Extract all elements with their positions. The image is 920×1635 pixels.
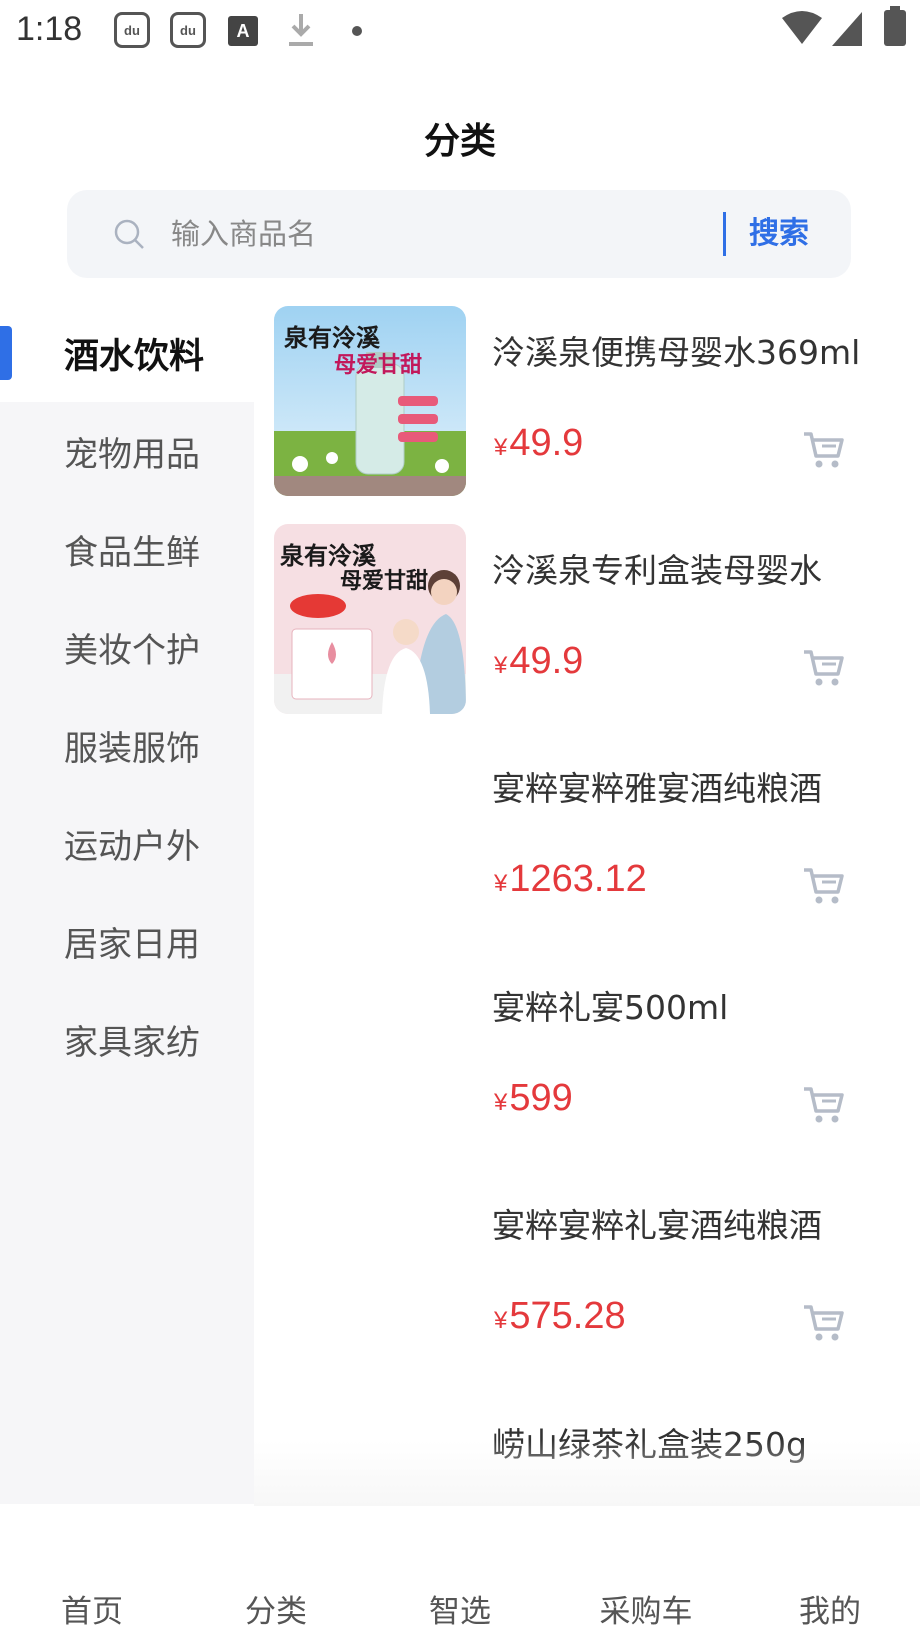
product-price: ¥599: [494, 1077, 573, 1120]
bottom-nav: 首页 分类 智选 采购车 我的: [0, 1506, 920, 1635]
sidebar-item-label: 服装服饰: [64, 728, 200, 769]
product-name: 宴粹宴粹雅宴酒纯粮酒: [492, 769, 822, 808]
product-name: 宴粹宴粹礼宴酒纯粮酒: [492, 1206, 822, 1245]
product-card[interactable]: 宴粹宴粹礼宴酒纯粮酒 ¥575.28: [274, 1177, 874, 1377]
nav-home[interactable]: 首页: [12, 1586, 172, 1631]
wifi-icon: [782, 11, 822, 44]
search-icon: [114, 219, 144, 249]
product-price: ¥49.9: [494, 640, 583, 683]
image-headline: 泉有泠溪: [284, 323, 381, 352]
search-button[interactable]: 搜索: [749, 210, 809, 258]
price-value: 49.9: [509, 422, 584, 464]
cart-icon[interactable]: [802, 1085, 846, 1125]
category-sidebar: 酒水饮料 宠物用品 食品生鲜 美妆个护 服装服饰 运动户外 居家日用 家具家纺: [0, 304, 254, 1504]
price-value: 49.9: [509, 640, 584, 682]
sidebar-item-furniture[interactable]: 家具家纺: [0, 990, 254, 1088]
active-indicator: [0, 326, 12, 380]
search-divider: [723, 212, 726, 256]
signal-icon: [832, 12, 862, 46]
product-price: ¥575.28: [494, 1295, 626, 1338]
sidebar-item-sports[interactable]: 运动户外: [0, 794, 254, 892]
cart-icon[interactable]: [802, 430, 846, 470]
cart-icon[interactable]: [802, 866, 846, 906]
price-value: 575.28: [509, 1295, 626, 1337]
search-input[interactable]: [171, 210, 771, 258]
sidebar-item-apparel[interactable]: 服装服饰: [0, 696, 254, 794]
download-icon: [289, 14, 313, 46]
sidebar-item-label: 家具家纺: [64, 1022, 200, 1063]
cart-icon[interactable]: [802, 1303, 846, 1343]
dot-icon: [352, 26, 362, 36]
sidebar-item-household[interactable]: 居家日用: [0, 892, 254, 990]
currency-symbol: ¥: [494, 1089, 508, 1116]
currency-symbol: ¥: [494, 652, 508, 679]
image-headline: 泉有泠溪: [280, 541, 377, 570]
product-image: 泉有泠溪 母爱甘甜: [274, 306, 466, 496]
price-value: 599: [509, 1077, 573, 1119]
product-card[interactable]: 泉有泠溪 母爱甘甜 泠溪泉便携母婴水369ml ¥49.9: [274, 304, 874, 504]
search-bar: 搜索: [67, 190, 851, 278]
nav-profile[interactable]: 我的: [750, 1586, 910, 1631]
currency-symbol: ¥: [494, 870, 508, 897]
list-fade: [254, 1440, 920, 1506]
sidebar-item-label: 酒水饮料: [64, 336, 205, 377]
cart-icon[interactable]: [802, 648, 846, 688]
sidebar-item-label: 美妆个护: [64, 630, 200, 671]
sidebar-item-label: 运动户外: [64, 826, 200, 867]
product-price: ¥1263.12: [494, 858, 647, 901]
sidebar-item-label: 居家日用: [64, 924, 200, 965]
sidebar-item-food[interactable]: 食品生鲜: [0, 500, 254, 598]
paw-icon: du: [114, 12, 150, 48]
status-time: 1:18: [16, 10, 83, 48]
sidebar-item-drinks[interactable]: 酒水饮料: [0, 304, 254, 402]
battery-icon: [884, 6, 906, 46]
product-card[interactable]: 宴粹宴粹雅宴酒纯粮酒 ¥1263.12: [274, 740, 874, 940]
image-headline: 母爱甘甜: [340, 568, 428, 594]
sidebar-item-label: 宠物用品: [64, 434, 200, 475]
nav-category[interactable]: 分类: [196, 1586, 356, 1631]
product-name: 泠溪泉便携母婴水369ml: [492, 333, 861, 372]
sidebar-item-pets[interactable]: 宠物用品: [0, 402, 254, 500]
product-image: 泉有泠溪 母爱甘甜: [274, 524, 466, 714]
product-name: 宴粹礼宴500ml: [492, 988, 729, 1027]
paw-icon: du: [170, 12, 206, 48]
currency-symbol: ¥: [494, 434, 508, 461]
nav-smart-select[interactable]: 智选: [380, 1586, 540, 1631]
product-name: 泠溪泉专利盒装母婴水: [492, 551, 822, 590]
currency-symbol: ¥: [494, 1307, 508, 1334]
price-value: 1263.12: [509, 858, 647, 900]
product-card[interactable]: 泉有泠溪 母爱甘甜 泠溪泉专利盒装母婴水 ¥49.9: [274, 522, 874, 722]
status-bar: 1:18 du du A: [0, 0, 920, 66]
a-icon: A: [228, 16, 258, 46]
sidebar-item-beauty[interactable]: 美妆个护: [0, 598, 254, 696]
nav-purchase-cart[interactable]: 采购车: [566, 1586, 726, 1631]
sidebar-item-label: 食品生鲜: [64, 532, 200, 573]
image-headline: 母爱甘甜: [334, 352, 422, 378]
product-card[interactable]: 宴粹礼宴500ml ¥599: [274, 959, 874, 1159]
page-title: 分类: [423, 121, 496, 162]
product-price: ¥49.9: [494, 422, 583, 465]
